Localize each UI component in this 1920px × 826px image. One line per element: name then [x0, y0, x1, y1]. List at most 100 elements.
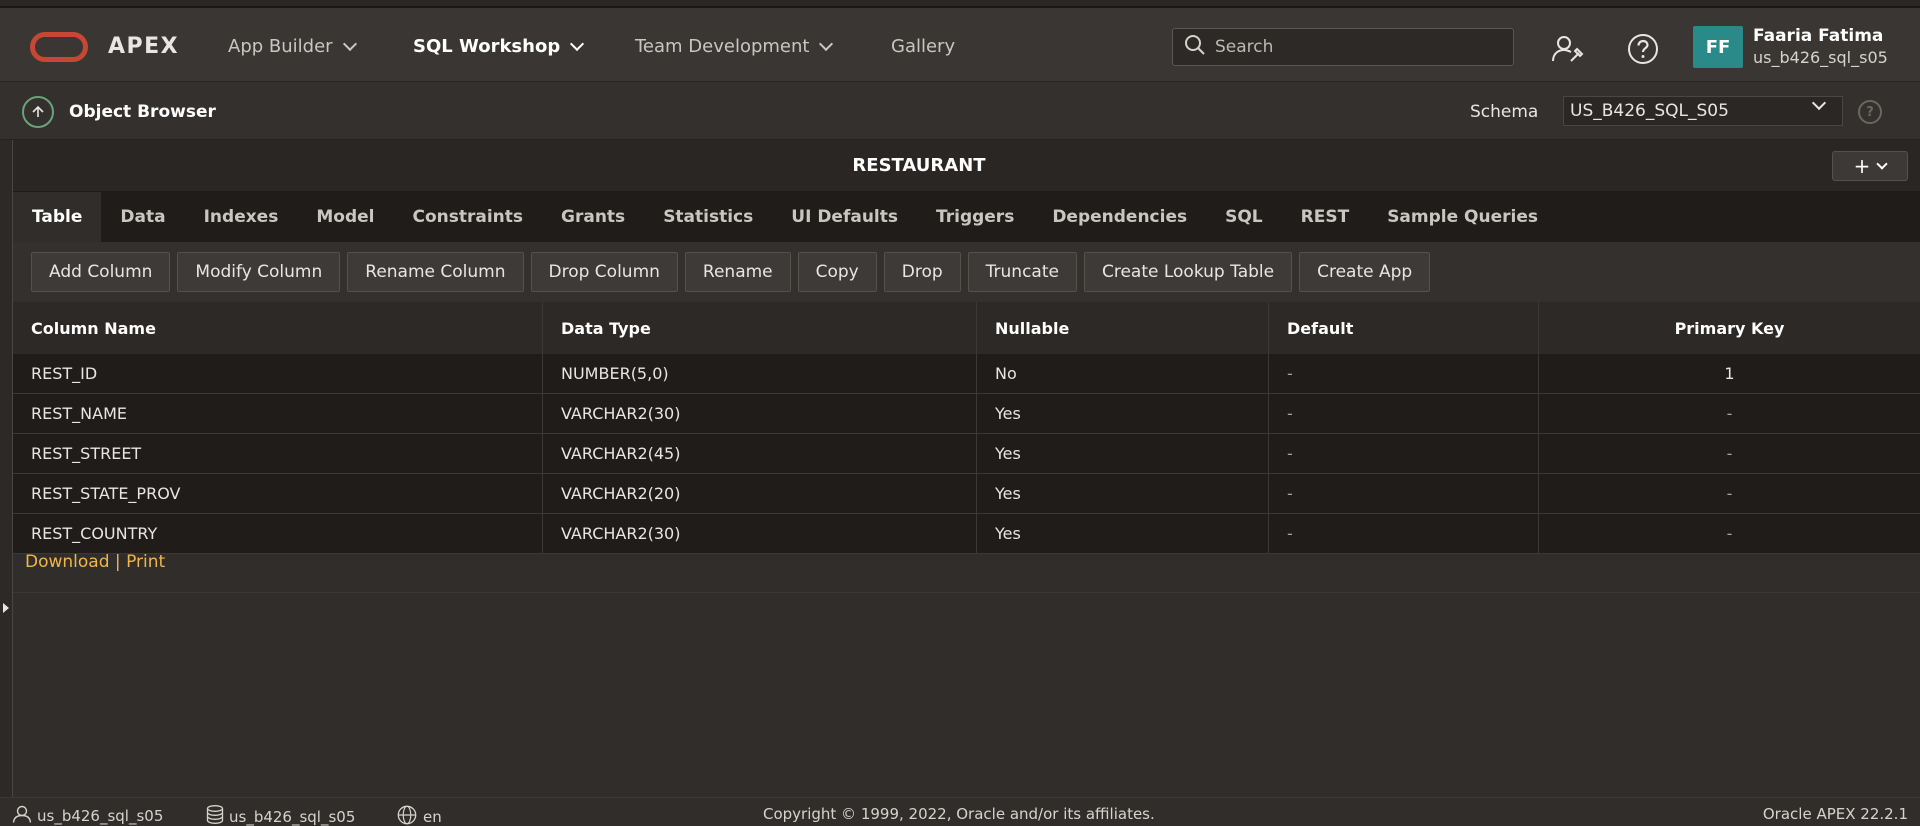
- footer-user-label: us_b426_sql_s05: [37, 807, 164, 825]
- column-header[interactable]: Primary Key: [1539, 302, 1920, 354]
- admin-user-wrench-icon[interactable]: [1551, 32, 1585, 66]
- chevron-down-icon: [1876, 157, 1889, 170]
- tab-indexes[interactable]: Indexes: [185, 192, 298, 242]
- nav-app-builder[interactable]: App Builder: [228, 36, 357, 57]
- data-type-cell: VARCHAR2(45): [543, 434, 977, 473]
- tab-table[interactable]: Table: [13, 192, 102, 242]
- user-icon: [12, 805, 32, 826]
- column-header[interactable]: Data Type: [543, 302, 977, 354]
- column-name-cell: REST_ID: [13, 354, 543, 393]
- print-link[interactable]: Print: [126, 552, 165, 572]
- nullable-cell: No: [977, 354, 1269, 393]
- tab-triggers[interactable]: Triggers: [917, 192, 1033, 242]
- table-row[interactable]: REST_STREET VARCHAR2(45) Yes - -: [13, 434, 1920, 474]
- nullable-cell: Yes: [977, 514, 1269, 553]
- primary-key-cell: 1: [1724, 364, 1735, 383]
- apex-logo-text[interactable]: APEX: [108, 34, 179, 59]
- footer-language[interactable]: en: [396, 805, 442, 826]
- create-app-button[interactable]: Create App: [1299, 252, 1431, 292]
- tab-statistics[interactable]: Statistics: [644, 192, 772, 242]
- tab-model[interactable]: Model: [297, 192, 393, 242]
- nav-label: Gallery: [891, 36, 956, 57]
- tab-dependencies[interactable]: Dependencies: [1033, 192, 1206, 242]
- globe-icon: [396, 805, 418, 826]
- nav-label: SQL Workshop: [413, 36, 561, 57]
- tab-grants[interactable]: Grants: [542, 192, 644, 242]
- primary-key-cell: -: [1726, 484, 1733, 503]
- columns-table: Column Name Data Type Nullable Default P…: [13, 302, 1920, 554]
- table-row[interactable]: REST_COUNTRY VARCHAR2(30) Yes - -: [13, 514, 1920, 554]
- footer-user[interactable]: us_b426_sql_s05: [12, 805, 163, 826]
- drop-button[interactable]: Drop: [883, 252, 961, 292]
- table-actions-toolbar: Add Column Modify Column Rename Column D…: [13, 242, 1920, 302]
- footer-schema[interactable]: us_b426_sql_s05: [206, 805, 355, 826]
- footer: us_b426_sql_s05 us_b426_sql_s05 en Copyr…: [0, 797, 1920, 826]
- app-header: APEX App Builder SQL Workshop Team Devel…: [0, 8, 1920, 82]
- schema-select[interactable]: US_B426_SQL_S05: [1563, 95, 1843, 126]
- modify-column-button[interactable]: Modify Column: [177, 252, 341, 292]
- chevron-down-icon: [1811, 95, 1827, 111]
- search-icon: [1183, 33, 1207, 61]
- oracle-logo-icon[interactable]: [30, 32, 88, 62]
- copy-button[interactable]: Copy: [797, 252, 877, 292]
- divider: [13, 592, 1920, 593]
- expand-arrow-icon[interactable]: [3, 603, 9, 613]
- create-menu-button[interactable]: +: [1832, 151, 1908, 181]
- tab-rest[interactable]: REST: [1282, 192, 1369, 242]
- schema-help-icon[interactable]: ?: [1858, 100, 1882, 124]
- rename-button[interactable]: Rename: [684, 252, 791, 292]
- add-column-button[interactable]: Add Column: [31, 252, 171, 292]
- column-header[interactable]: Nullable: [977, 302, 1269, 354]
- database-icon: [206, 805, 224, 826]
- nullable-cell: Yes: [977, 434, 1269, 473]
- primary-key-cell: -: [1726, 444, 1733, 463]
- table-title: RESTAURANT: [852, 155, 986, 176]
- nav-team-development[interactable]: Team Development: [635, 36, 834, 57]
- rename-column-button[interactable]: Rename Column: [347, 252, 524, 292]
- table-header-row: Column Name Data Type Nullable Default P…: [13, 302, 1920, 354]
- help-icon[interactable]: [1626, 32, 1660, 66]
- link-separator: |: [114, 552, 121, 572]
- column-name-cell: REST_NAME: [13, 394, 543, 433]
- chevron-down-icon: [570, 36, 585, 51]
- drop-column-button[interactable]: Drop Column: [530, 252, 678, 292]
- table-row[interactable]: REST_ID NUMBER(5,0) No - 1: [13, 354, 1920, 394]
- nav-label: Team Development: [635, 36, 810, 57]
- arrow-up-icon[interactable]: [22, 96, 54, 128]
- truncate-button[interactable]: Truncate: [967, 252, 1077, 292]
- table-row[interactable]: REST_NAME VARCHAR2(30) Yes - -: [13, 394, 1920, 434]
- primary-key-cell: -: [1726, 524, 1733, 543]
- chevron-down-icon: [342, 36, 357, 51]
- create-lookup-table-button[interactable]: Create Lookup Table: [1083, 252, 1293, 292]
- plus-icon: +: [1853, 154, 1871, 178]
- global-search[interactable]: [1172, 28, 1514, 66]
- object-browser-bar: Object Browser Schema US_B426_SQL_S05 ?: [0, 82, 1920, 140]
- data-type-cell: VARCHAR2(30): [543, 514, 977, 553]
- tab-sample-queries[interactable]: Sample Queries: [1368, 192, 1557, 242]
- object-detail-region: RESTAURANT + Table Data Indexes Model Co…: [13, 140, 1920, 797]
- schema-value: US_B426_SQL_S05: [1570, 101, 1729, 121]
- report-links: Download | Print: [25, 552, 165, 572]
- nav-sql-workshop[interactable]: SQL Workshop: [413, 36, 585, 57]
- column-header[interactable]: Default: [1269, 302, 1539, 354]
- primary-key-cell: -: [1726, 404, 1733, 423]
- tab-ui-defaults[interactable]: UI Defaults: [772, 192, 917, 242]
- tab-sql[interactable]: SQL: [1206, 192, 1282, 242]
- version-text: Oracle APEX 22.2.1: [1762, 805, 1908, 823]
- avatar[interactable]: FF: [1693, 26, 1743, 68]
- default-cell: -: [1269, 434, 1539, 473]
- table-row[interactable]: REST_STATE_PROV VARCHAR2(20) Yes - -: [13, 474, 1920, 514]
- column-header[interactable]: Column Name: [13, 302, 543, 354]
- tab-constraints[interactable]: Constraints: [393, 192, 542, 242]
- user-name[interactable]: Faaria Fatima: [1753, 26, 1883, 46]
- column-name-cell: REST_COUNTRY: [13, 514, 543, 553]
- nav-gallery[interactable]: Gallery: [891, 36, 955, 57]
- default-cell: -: [1269, 354, 1539, 393]
- copyright-text: Copyright © 1999, 2022, Oracle and/or it…: [763, 805, 1155, 823]
- tree-collapse-rail[interactable]: [0, 140, 13, 797]
- column-name-cell: REST_STREET: [13, 434, 543, 473]
- tab-data[interactable]: Data: [101, 192, 184, 242]
- column-name-cell: REST_STATE_PROV: [13, 474, 543, 513]
- search-input[interactable]: [1215, 37, 1495, 57]
- download-link[interactable]: Download: [25, 552, 110, 572]
